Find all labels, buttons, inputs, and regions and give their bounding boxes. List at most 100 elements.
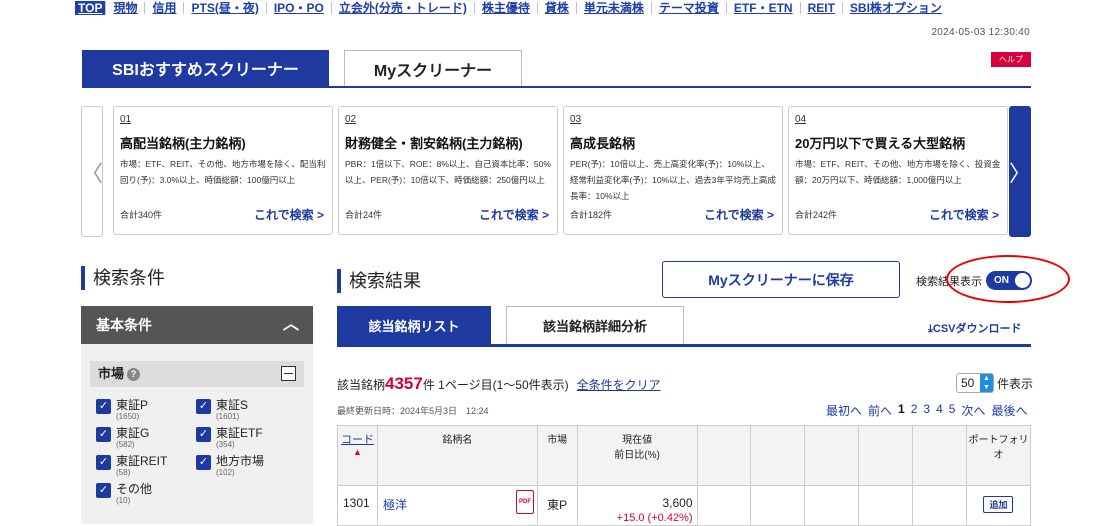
market-checkbox-tse-reit[interactable]: ✓ 東証REIT (58): [96, 455, 167, 477]
card-number: 04: [795, 114, 807, 125]
tab-my-screener[interactable]: Myスクリーナー: [344, 50, 522, 86]
card-description: 市場：ETF、REIT、その他、地方市場を除く、配当利回り(予)：3.0%以上、…: [120, 159, 326, 185]
tab-sbi-screener[interactable]: SBIおすすめスクリーナー: [82, 50, 329, 86]
preset-card[interactable]: 04 20万円以下で買える大型銘柄 市場：ETF、REIT、その他、地方市場を除…: [788, 106, 1008, 235]
last-updated: 最終更新日時：2024年5月3日 12:24: [337, 406, 489, 416]
preset-card[interactable]: 02 財務健全・割安銘柄(主力銘柄) PBR：1倍以下、ROE：8%以上、自己資…: [338, 106, 558, 235]
col-name: 銘柄名: [376, 425, 538, 486]
col-code[interactable]: コード ▲: [337, 425, 378, 486]
toggle-state: ON: [994, 275, 1009, 286]
per-page-value: 50: [961, 376, 975, 390]
basic-conditions-label: 基本条件: [96, 317, 152, 333]
nav-tangenmiman[interactable]: 単元未満株: [575, 2, 651, 14]
nav-theme[interactable]: テーマ投資: [650, 2, 726, 14]
checkbox-checked-icon: ✓: [196, 399, 211, 414]
nav-yutai[interactable]: 株主優待: [473, 2, 537, 14]
checkbox-checked-icon: ✓: [196, 455, 211, 470]
page-next[interactable]: 次へ: [961, 402, 985, 419]
col-empty: [858, 425, 914, 486]
page-prev[interactable]: 前へ: [868, 402, 892, 419]
results-table: コード ▲ 銘柄名 市場 現在値 前日比(%) ポートフォリオ 1301 極洋 PD…: [337, 425, 1032, 526]
page-first[interactable]: 最初へ: [826, 402, 862, 419]
col-empty: [912, 425, 967, 486]
card-count: 合計182件: [570, 210, 613, 220]
card-number: 03: [570, 114, 582, 125]
pdf-icon[interactable]: PDF: [515, 490, 534, 514]
card-title: 財務健全・割安銘柄(主力銘柄): [345, 136, 523, 151]
checkbox-count: (1601): [216, 412, 240, 421]
nav-shinyo[interactable]: 信用: [144, 2, 183, 14]
market-checkbox-tse-standard[interactable]: ✓ 東証S (1601): [196, 399, 248, 421]
collapse-icon[interactable]: [281, 366, 296, 381]
card-count: 合計24件: [345, 210, 383, 220]
csv-download-link[interactable]: ⤓CSVダウンロード: [928, 320, 1022, 336]
help-button[interactable]: ヘルプ: [991, 52, 1031, 67]
page-link[interactable]: 2: [911, 402, 918, 419]
save-to-my-screener-button[interactable]: Myスクリーナーに保存: [662, 261, 900, 298]
preset-card[interactable]: 01 高配当銘柄(主力銘柄) 市場：ETF、REIT、その他、地方市場を除く、配…: [113, 106, 333, 235]
hit-summary: 該当銘柄4357件 1ページ目(1〜50件表示) 全条件をクリア: [337, 374, 661, 394]
col-market: 市場: [536, 425, 578, 486]
card-search-link[interactable]: これで検索 >: [254, 206, 324, 223]
card-count: 合計340件: [120, 210, 163, 220]
nav-reit[interactable]: REIT: [799, 2, 842, 14]
question-icon[interactable]: ?: [127, 368, 141, 382]
col-price-label: 現在値: [622, 435, 653, 446]
sort-code-link[interactable]: コード: [341, 434, 374, 446]
clear-all-link[interactable]: 全条件をクリア: [577, 378, 661, 392]
carousel-prev-button[interactable]: 〈: [81, 106, 103, 237]
nav-genbutsu[interactable]: 現物: [105, 2, 144, 14]
tab-underline: [82, 86, 1031, 88]
table-header-row: コード ▲ 銘柄名 市場 現在値 前日比(%) ポートフォリオ: [337, 425, 1032, 486]
hit-prefix: 該当銘柄: [337, 378, 386, 392]
market-checkbox-tse-etf[interactable]: ✓ 東証ETF (354): [196, 427, 263, 449]
card-search-link[interactable]: これで検索 >: [704, 206, 774, 223]
preset-card[interactable]: 03 高成長銘柄 PER(予)：10倍以上、売上高変化率(予)：10%以上、経常…: [563, 106, 783, 235]
checkbox-count: (10): [116, 496, 131, 505]
nav-etf[interactable]: ETF・ETN: [725, 2, 800, 14]
page-link[interactable]: 4: [936, 402, 943, 419]
per-page-unit: 件表示: [997, 376, 1034, 391]
market-checkbox-tse-growth[interactable]: ✓ 東証G (582): [96, 427, 149, 449]
market-checkbox-local[interactable]: ✓ 地方市場 (102): [196, 455, 264, 477]
nav-top[interactable]: TOP: [75, 1, 106, 15]
cell-code: 1301: [337, 485, 378, 526]
results-display-toggle[interactable]: ON: [986, 271, 1032, 290]
page-link[interactable]: 5: [949, 402, 956, 419]
tab-result-list[interactable]: 該当銘柄リスト: [337, 306, 491, 344]
page-link[interactable]: 3: [923, 402, 930, 419]
nav-ipo[interactable]: IPO・PO: [265, 2, 331, 14]
nav-option[interactable]: SBI株オプション: [841, 2, 949, 14]
nav-tachiaigai[interactable]: 立会外(分売・トレード): [330, 2, 474, 14]
cell-name: 極洋 PDF: [376, 485, 538, 526]
card-description: PBR：1倍以下、ROE：8%以上、自己資本比率：50%以上、PER(予)：10…: [345, 159, 551, 185]
page-last[interactable]: 最後へ: [991, 402, 1027, 419]
tab-result-detail[interactable]: 該当銘柄詳細分析: [506, 306, 684, 344]
checkbox-checked-icon: ✓: [96, 427, 111, 442]
add-portfolio-button[interactable]: 追加: [983, 496, 1014, 513]
pagination: 最初へ 前へ 1 2 3 4 5 次へ 最後へ: [826, 402, 1028, 419]
search-results-title: 検索結果: [337, 269, 421, 293]
checkbox-label: 地方市場: [216, 454, 265, 468]
card-title: 高配当銘柄(主力銘柄): [120, 136, 246, 151]
carousel-next-button[interactable]: 〉: [1009, 106, 1031, 237]
col-empty: [750, 425, 806, 486]
nav-kashikabu[interactable]: 貸株: [536, 2, 576, 14]
results-display-label: 検索結果表示: [916, 276, 982, 288]
card-search-link[interactable]: これで検索 >: [929, 206, 999, 223]
hit-count: 4357: [385, 374, 423, 393]
chevron-right-icon: 〉: [1009, 160, 1032, 186]
basic-conditions-header[interactable]: 基本条件 ︿: [81, 306, 313, 344]
market-checkbox-other[interactable]: ✓ その他 (10): [96, 483, 152, 505]
search-conditions-title: 検索条件: [81, 266, 165, 290]
per-page-select[interactable]: 50 ▲ ▼: [956, 373, 994, 393]
cell-empty: [696, 485, 752, 526]
card-search-link[interactable]: これで検索 >: [479, 206, 549, 223]
chevron-up-icon: ︿: [282, 316, 299, 333]
market-checkbox-tse-prime[interactable]: ✓ 東証P (1650): [96, 399, 148, 421]
checkbox-count: (58): [116, 468, 131, 477]
checkbox-checked-icon: ✓: [96, 483, 111, 498]
stock-name-link[interactable]: 極洋: [383, 498, 407, 512]
cell-empty: [750, 485, 806, 526]
nav-pts[interactable]: PTS(昼・夜): [183, 2, 265, 14]
